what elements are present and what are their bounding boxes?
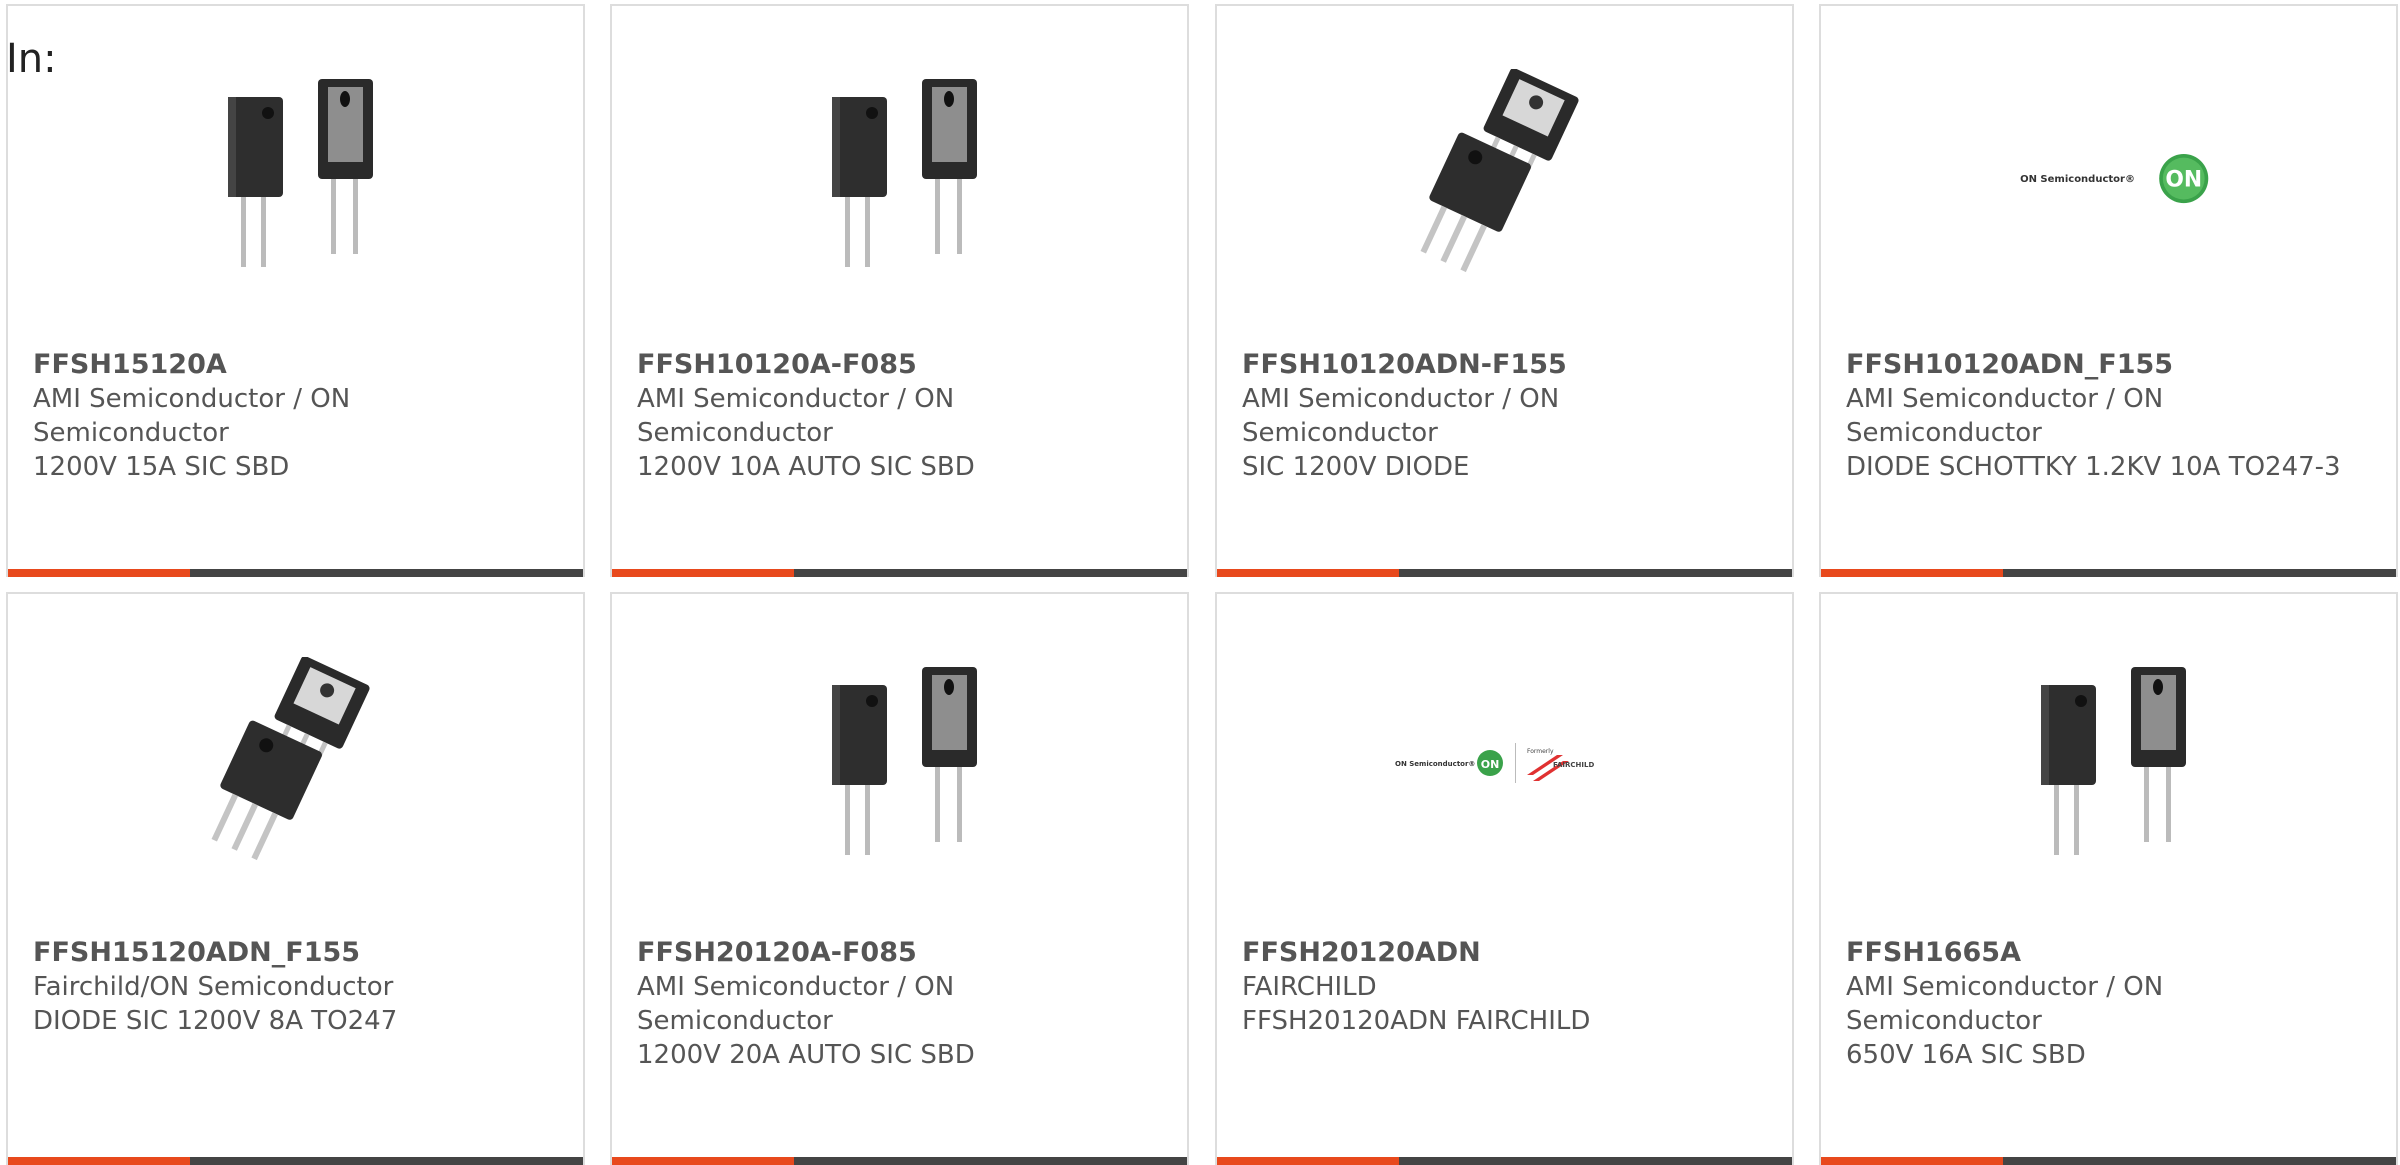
part-number[interactable]: FFSH1665A bbox=[1846, 936, 2366, 970]
svg-text:ON Semiconductor®: ON Semiconductor® bbox=[1395, 760, 1475, 768]
description: 1200V 20A AUTO SIC SBD bbox=[637, 1040, 975, 1070]
manufacturer: AMI Semiconductor / ON Semiconductor bbox=[637, 384, 955, 448]
manufacturer: Fairchild/ON Semiconductor bbox=[33, 972, 394, 1002]
description: DIODE SCHOTTKY 1.2KV 10A TO247-3 bbox=[1846, 452, 2341, 482]
description: FFSH20120ADN FAIRCHILD bbox=[1242, 1006, 1591, 1036]
to247-2lead-image bbox=[802, 69, 1002, 279]
manufacturer: FAIRCHILD bbox=[1242, 972, 1377, 1002]
manufacturer: AMI Semiconductor / ON Semiconductor bbox=[1242, 384, 1560, 448]
svg-text:ON Semiconductor®: ON Semiconductor® bbox=[2020, 174, 2135, 185]
part-number[interactable]: FFSH20120A-F085 bbox=[637, 936, 1157, 970]
manufacturer: AMI Semiconductor / ON Semiconductor bbox=[33, 384, 351, 448]
card-footer-bar bbox=[1821, 569, 2396, 577]
card-footer-bar bbox=[1217, 569, 1792, 577]
manufacturer: AMI Semiconductor / ON Semiconductor bbox=[1846, 384, 2164, 448]
card-footer-bar bbox=[8, 569, 583, 577]
product-card[interactable]: ON Semiconductor® ON FFSH10120ADN_F155 A… bbox=[1819, 4, 2398, 577]
part-number[interactable]: FFSH15120A bbox=[33, 348, 553, 382]
in-label: In: bbox=[6, 36, 57, 82]
product-grid: FFSH15120A AMI Semiconductor / ON Semico… bbox=[0, 0, 2400, 1165]
to247-3lead-image bbox=[1407, 69, 1607, 279]
part-number[interactable]: FFSH20120ADN bbox=[1242, 936, 1762, 970]
product-card[interactable]: FFSH10120A-F085 AMI Semiconductor / ON S… bbox=[610, 4, 1189, 577]
card-footer-bar bbox=[1821, 1157, 2396, 1165]
part-number[interactable]: FFSH10120A-F085 bbox=[637, 348, 1157, 382]
description: DIODE SIC 1200V 8A TO247 bbox=[33, 1006, 398, 1036]
description: 1200V 15A SIC SBD bbox=[33, 452, 290, 482]
card-footer-bar bbox=[612, 569, 1187, 577]
product-card[interactable]: FFSH15120ADN_F155 Fairchild/ON Semicondu… bbox=[6, 592, 585, 1165]
description: SIC 1200V DIODE bbox=[1242, 452, 1470, 482]
card-footer-bar bbox=[1217, 1157, 1792, 1165]
card-footer-bar bbox=[8, 1157, 583, 1165]
manufacturer: AMI Semiconductor / ON Semiconductor bbox=[637, 972, 955, 1036]
to247-3lead-image bbox=[198, 657, 398, 867]
svg-text:ON: ON bbox=[1481, 758, 1500, 771]
on-semiconductor-logo: ON Semiconductor® ON bbox=[2011, 69, 2211, 279]
on-fairchild-logo: ON Semiconductor® ON Formerly FAIRCHILD bbox=[1387, 657, 1627, 867]
part-number[interactable]: FFSH15120ADN_F155 bbox=[33, 936, 553, 970]
product-card[interactable]: FFSH20120A-F085 AMI Semiconductor / ON S… bbox=[610, 592, 1189, 1165]
part-number[interactable]: FFSH10120ADN-F155 bbox=[1242, 348, 1762, 382]
product-card[interactable]: FFSH10120ADN-F155 AMI Semiconductor / ON… bbox=[1215, 4, 1794, 577]
manufacturer: AMI Semiconductor / ON Semiconductor bbox=[1846, 972, 2164, 1036]
to247-2lead-image bbox=[2011, 657, 2211, 867]
svg-text:Formerly: Formerly bbox=[1527, 748, 1554, 755]
description: 1200V 10A AUTO SIC SBD bbox=[637, 452, 975, 482]
description: 650V 16A SIC SBD bbox=[1846, 1040, 2086, 1070]
to247-2lead-image bbox=[198, 69, 398, 279]
product-card[interactable]: ON Semiconductor® ON Formerly FAIRCHILD … bbox=[1215, 592, 1794, 1165]
svg-text:FAIRCHILD: FAIRCHILD bbox=[1553, 761, 1594, 769]
card-footer-bar bbox=[612, 1157, 1187, 1165]
svg-text:ON: ON bbox=[2165, 168, 2202, 193]
to247-2lead-image bbox=[802, 657, 1002, 867]
part-number[interactable]: FFSH10120ADN_F155 bbox=[1846, 348, 2366, 382]
product-card[interactable]: FFSH15120A AMI Semiconductor / ON Semico… bbox=[6, 4, 585, 577]
product-card[interactable]: FFSH1665A AMI Semiconductor / ON Semicon… bbox=[1819, 592, 2398, 1165]
